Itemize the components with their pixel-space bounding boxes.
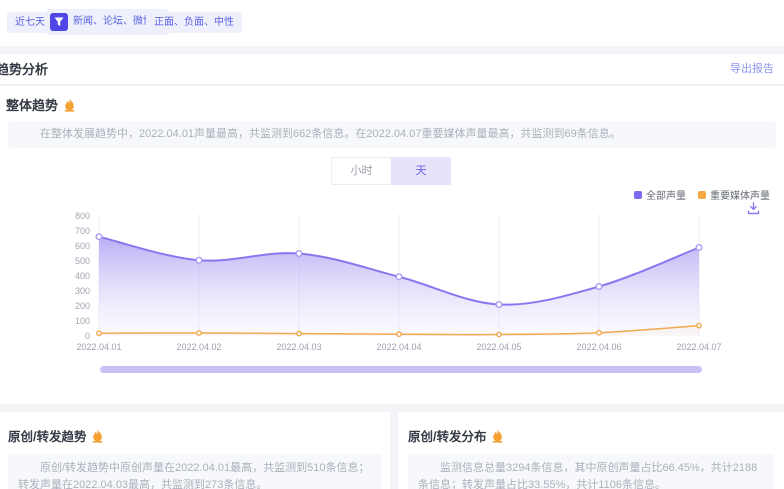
top-filter-bar: 近七天 新闻、论坛、微博... 正面、负面、中性 bbox=[0, 0, 784, 46]
legend-item-media[interactable]: 重要媒体声量 bbox=[698, 187, 770, 202]
trend-area-chart: 0 100 200 300 400 500 600 700 800 2022.04.01 2022.… bbox=[0, 208, 784, 360]
original-repost-dist-title: 原创/转发分布 bbox=[408, 426, 504, 445]
legend-label: 全部声量 bbox=[646, 187, 686, 202]
svg-text:2022.04.06: 2022.04.06 bbox=[576, 342, 621, 352]
legend-swatch-orange bbox=[698, 191, 706, 199]
original-repost-dist-summary: 监测信息总量3294条信息，其中原创声量占比66.45%，共计2188条信息；转… bbox=[408, 454, 774, 489]
svg-text:2022.04.01: 2022.04.01 bbox=[76, 342, 121, 352]
filter-tag-label: 近七天 bbox=[15, 17, 45, 28]
filter-tag-sentiment[interactable]: 正面、负面、中性 bbox=[146, 12, 242, 33]
svg-text:2022.04.02: 2022.04.02 bbox=[176, 342, 221, 352]
overall-trend-title-text: 整体趋势 bbox=[6, 95, 58, 114]
svg-text:2022.04.05: 2022.04.05 bbox=[476, 342, 521, 352]
original-repost-trend-title: 原创/转发趋势 bbox=[8, 426, 104, 445]
chart-datazoom-scrollbar[interactable] bbox=[100, 366, 702, 373]
tab-hour[interactable]: 小时 bbox=[331, 157, 391, 185]
page-title: 趋势分析 bbox=[0, 54, 48, 85]
svg-text:500: 500 bbox=[75, 256, 90, 266]
svg-text:800: 800 bbox=[75, 211, 90, 221]
flame-icon bbox=[63, 98, 76, 112]
trend-chart-svg: 0 100 200 300 400 500 600 700 800 2022.04.01 2022.… bbox=[0, 208, 784, 360]
overall-summary: 在整体发展趋势中，2022.04.01声量最高，共监测到662条信息。在2022… bbox=[8, 121, 776, 148]
svg-text:400: 400 bbox=[75, 271, 90, 281]
svg-text:2022.04.07: 2022.04.07 bbox=[676, 342, 721, 352]
legend-label: 重要媒体声量 bbox=[710, 187, 770, 202]
svg-text:200: 200 bbox=[75, 301, 90, 311]
chart-legend: 全部声量 重要媒体声量 bbox=[634, 187, 770, 202]
dashboard-page: { "topbar": { "tags": [ { "label": "近七天"… bbox=[0, 0, 784, 489]
card-title-text: 原创/转发趋势 bbox=[8, 426, 86, 445]
legend-swatch-purple bbox=[634, 191, 642, 199]
granularity-tabs: 小时 天 bbox=[331, 157, 451, 185]
svg-text:2022.04.04: 2022.04.04 bbox=[376, 342, 421, 352]
overall-trend-title: 整体趋势 bbox=[6, 95, 76, 114]
export-report-button[interactable]: 导出报告 bbox=[730, 54, 774, 85]
card-title-text: 原创/转发分布 bbox=[408, 426, 486, 445]
legend-item-total[interactable]: 全部声量 bbox=[634, 187, 686, 202]
filter-tag-label: 正面、负面、中性 bbox=[154, 17, 234, 28]
svg-text:600: 600 bbox=[75, 241, 90, 251]
svg-text:100: 100 bbox=[75, 316, 90, 326]
svg-text:0: 0 bbox=[85, 331, 90, 341]
original-repost-trend-card: 原创/转发趋势 原创/转发趋势中原创声量在2022.04.01最高，共监测到51… bbox=[0, 412, 390, 489]
original-repost-dist-card: 原创/转发分布 监测信息总量3294条信息，其中原创声量占比66.45%，共计2… bbox=[398, 412, 784, 489]
flame-icon bbox=[491, 429, 504, 443]
tab-day[interactable]: 天 bbox=[391, 157, 451, 185]
svg-text:300: 300 bbox=[75, 286, 90, 296]
flame-icon bbox=[91, 429, 104, 443]
svg-text:2022.04.03: 2022.04.03 bbox=[276, 342, 321, 352]
svg-text:700: 700 bbox=[75, 226, 90, 236]
overall-trend-card: 整体趋势 在整体发展趋势中，2022.04.01声量最高，共监测到662条信息。… bbox=[0, 86, 784, 404]
section-header: 趋势分析 导出报告 bbox=[0, 53, 784, 85]
original-repost-trend-summary: 原创/转发趋势中原创声量在2022.04.01最高，共监测到510条信息；转发声… bbox=[8, 454, 382, 489]
source-filter-icon bbox=[50, 13, 68, 31]
